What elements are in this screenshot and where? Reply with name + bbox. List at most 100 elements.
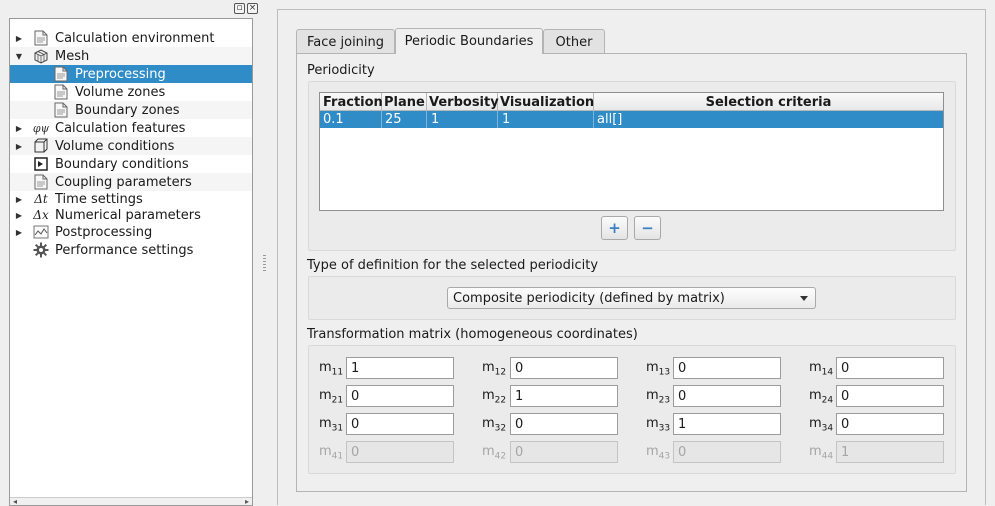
matrix-input-m43 bbox=[673, 441, 781, 463]
cell-verbosity[interactable]: 1 bbox=[427, 111, 498, 128]
table-header: Fraction Plane Verbosity Visualization S… bbox=[320, 93, 943, 111]
matrix-label-m31: m31 bbox=[319, 416, 344, 434]
tree-item-label: Volume zones bbox=[75, 84, 166, 100]
matrix-label-m14: m14 bbox=[809, 360, 834, 378]
matrix-label-m22: m22 bbox=[482, 388, 507, 406]
matrix-input-m42 bbox=[510, 441, 618, 463]
expand-arrow-icon[interactable]: ▶ bbox=[14, 123, 24, 133]
tab-face-joining[interactable]: Face joining bbox=[296, 29, 395, 54]
definition-type-value: Composite periodicity (defined by matrix… bbox=[453, 290, 725, 306]
document-icon bbox=[53, 84, 69, 100]
matrix-input-m32[interactable] bbox=[510, 413, 618, 435]
tree-item-boundary-conditions[interactable]: Boundary conditions bbox=[10, 155, 252, 173]
expand-arrow-icon[interactable]: ▶ bbox=[14, 141, 24, 151]
column-header-verbosity[interactable]: Verbosity bbox=[427, 93, 499, 111]
column-header-selection-criteria[interactable]: Selection criteria bbox=[594, 93, 943, 111]
tree-item-label: Postprocessing bbox=[55, 224, 153, 240]
matrix-input-m22[interactable] bbox=[510, 385, 618, 407]
expand-arrow-icon[interactable]: ▶ bbox=[14, 194, 24, 204]
chart-icon bbox=[33, 224, 49, 240]
tree-item-volume-conditions[interactable]: ▶ Volume conditions bbox=[10, 137, 252, 155]
collapse-arrow-icon[interactable]: ▼ bbox=[14, 51, 24, 61]
matrix-input-m41 bbox=[346, 441, 454, 463]
tree-item-label: Time settings bbox=[55, 191, 143, 207]
tree-item-performance-settings[interactable]: Performance settings bbox=[10, 241, 252, 259]
remove-periodicity-button[interactable]: − bbox=[634, 216, 661, 240]
float-dock-icon[interactable]: ▫ bbox=[234, 3, 245, 14]
column-header-plane[interactable]: Plane bbox=[382, 93, 427, 111]
matrix-label-m32: m32 bbox=[482, 416, 507, 434]
gear-icon bbox=[33, 242, 49, 258]
tab-other[interactable]: Other bbox=[543, 29, 605, 54]
tree-item-calculation-features[interactable]: ▶ φψ Calculation features bbox=[10, 119, 252, 137]
matrix-input-m11[interactable] bbox=[346, 357, 454, 379]
expand-arrow-icon[interactable]: ▶ bbox=[14, 227, 24, 237]
cell-selection-criteria[interactable]: all[] bbox=[594, 111, 943, 128]
matrix-input-m33[interactable] bbox=[673, 413, 781, 435]
matrix-label-m34: m34 bbox=[809, 416, 834, 434]
phi-symbol-icon: φψ bbox=[32, 121, 50, 135]
tree-item-volume-zones[interactable]: Volume zones bbox=[10, 83, 252, 101]
column-header-visualization[interactable]: Visualization bbox=[498, 93, 594, 111]
definition-type-title: Type of definition for the selected peri… bbox=[307, 258, 599, 273]
periodicity-table[interactable]: Fraction Plane Verbosity Visualization S… bbox=[319, 92, 944, 211]
tree-item-label: Coupling parameters bbox=[55, 174, 192, 190]
column-header-fraction[interactable]: Fraction bbox=[320, 93, 383, 111]
expand-arrow-icon[interactable]: ▶ bbox=[14, 210, 24, 220]
matrix-label-m21: m21 bbox=[319, 388, 344, 406]
matrix-input-m24[interactable] bbox=[836, 385, 944, 407]
matrix-input-m21[interactable] bbox=[346, 385, 454, 407]
tree-item-numerical-parameters[interactable]: ▶ Δx Numerical parameters bbox=[10, 206, 252, 224]
matrix-label-m11: m11 bbox=[319, 360, 344, 378]
panel-splitter-handle[interactable] bbox=[263, 255, 266, 271]
delta-x-icon: Δx bbox=[33, 208, 49, 222]
document-icon bbox=[33, 30, 49, 46]
boundary-icon bbox=[33, 156, 49, 172]
matrix-input-m23[interactable] bbox=[673, 385, 781, 407]
table-row[interactable]: 0.1 25 1 1 all[] bbox=[320, 111, 943, 128]
tree-item-mesh[interactable]: ▼ Mesh bbox=[10, 47, 252, 65]
periodicity-title: Periodicity bbox=[307, 63, 375, 78]
document-icon bbox=[33, 174, 49, 190]
tree-item-coupling-parameters[interactable]: Coupling parameters bbox=[10, 173, 252, 191]
tree-item-label: Performance settings bbox=[55, 242, 194, 258]
document-icon bbox=[53, 66, 69, 82]
tree-horizontal-scrollbar[interactable]: ◂ ▸ bbox=[10, 497, 252, 506]
add-periodicity-button[interactable]: + bbox=[601, 216, 628, 240]
matrix-input-m31[interactable] bbox=[346, 413, 454, 435]
matrix-input-m14[interactable] bbox=[836, 357, 944, 379]
tree-item-postprocessing[interactable]: ▶ Postprocessing bbox=[10, 223, 252, 241]
definition-type-select[interactable]: Composite periodicity (defined by matrix… bbox=[447, 287, 816, 309]
tree-item-label: Boundary conditions bbox=[55, 156, 189, 172]
cell-fraction[interactable]: 0.1 bbox=[320, 111, 382, 128]
cell-visualization[interactable]: 1 bbox=[498, 111, 594, 128]
matrix-label-m13: m13 bbox=[646, 360, 671, 378]
expand-arrow-icon[interactable]: ▶ bbox=[14, 33, 24, 43]
transformation-matrix-title: Transformation matrix (homogeneous coord… bbox=[307, 327, 638, 342]
tree-item-preprocessing[interactable]: Preprocessing bbox=[10, 65, 252, 83]
tree-item-label: Calculation features bbox=[55, 120, 186, 136]
dock-controls: ▫ × bbox=[234, 3, 258, 14]
tree-item-boundary-zones[interactable]: Boundary zones bbox=[10, 101, 252, 119]
matrix-input-m13[interactable] bbox=[673, 357, 781, 379]
document-icon bbox=[53, 102, 69, 118]
matrix-input-m44 bbox=[836, 441, 944, 463]
matrix-label-m42: m42 bbox=[482, 444, 507, 462]
chevron-down-icon bbox=[800, 296, 808, 301]
close-dock-icon[interactable]: × bbox=[247, 3, 258, 14]
delta-t-icon: Δt bbox=[34, 192, 48, 206]
matrix-input-m34[interactable] bbox=[836, 413, 944, 435]
matrix-label-m23: m23 bbox=[646, 388, 671, 406]
cell-plane[interactable]: 25 bbox=[382, 111, 427, 128]
matrix-label-m44: m44 bbox=[809, 444, 834, 462]
matrix-label-m24: m24 bbox=[809, 388, 834, 406]
matrix-label-m12: m12 bbox=[482, 360, 507, 378]
tab-periodic-boundaries[interactable]: Periodic Boundaries bbox=[395, 28, 543, 54]
tree-item-label: Mesh bbox=[55, 48, 90, 64]
tree-item-calculation-environment[interactable]: ▶ Calculation environment bbox=[10, 29, 252, 47]
tree-item-label: Boundary zones bbox=[75, 102, 180, 118]
navigation-tree[interactable]: ▶ Calculation environment ▼ Mesh Preproc… bbox=[9, 18, 253, 506]
matrix-input-m12[interactable] bbox=[510, 357, 618, 379]
matrix-label-m43: m43 bbox=[646, 444, 671, 462]
matrix-label-m41: m41 bbox=[319, 444, 344, 462]
